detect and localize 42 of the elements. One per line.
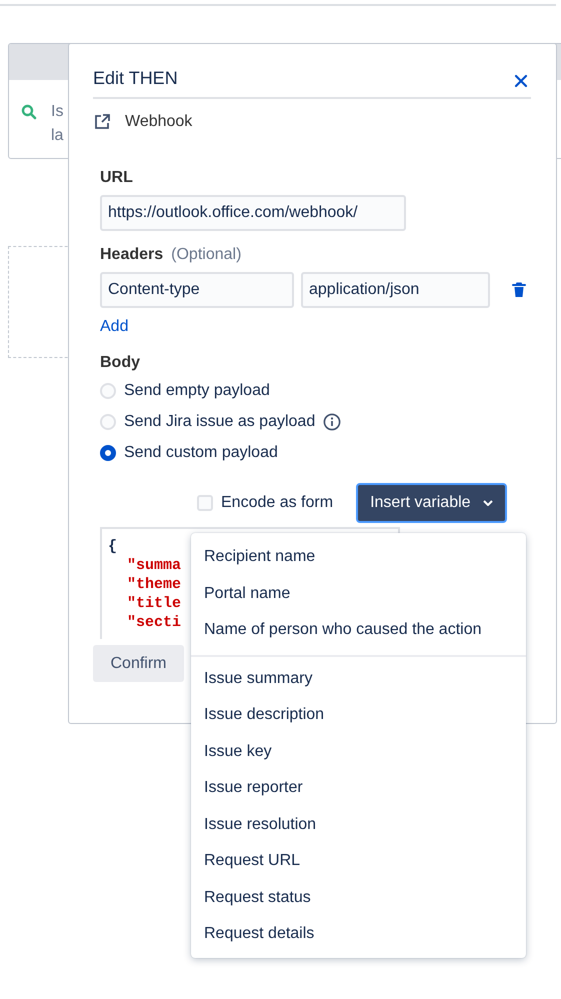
menu-item[interactable]: Name of person who caused the action xyxy=(191,612,526,648)
field-label: URL xyxy=(100,169,134,187)
optional-hint: (Optional) xyxy=(171,246,242,264)
card-text: Is xyxy=(51,102,64,122)
radio-label: Send Jira issue as payload xyxy=(124,413,316,431)
menu-item[interactable]: Issue resolution xyxy=(191,806,526,843)
close-icon[interactable] xyxy=(514,74,528,88)
menu-item[interactable]: Request details xyxy=(191,916,526,952)
menu-item[interactable]: Issue key xyxy=(191,734,526,770)
info-icon[interactable] xyxy=(323,413,342,431)
card-text: la xyxy=(51,126,64,146)
field-label: Headers xyxy=(100,246,164,264)
code-line: "title xyxy=(127,594,182,613)
add-link[interactable]: Add xyxy=(100,318,128,336)
dialog-title: Edit THEN xyxy=(93,68,178,89)
chevron-down-icon xyxy=(482,500,493,506)
confirm-button[interactable]: Confirm xyxy=(93,645,184,682)
code-line: "secti xyxy=(127,613,182,632)
menu-item[interactable]: Issue reporter xyxy=(191,770,526,806)
radio-button[interactable] xyxy=(100,445,116,461)
search-icon xyxy=(21,104,37,120)
menu-item[interactable]: Request status xyxy=(191,880,526,916)
code-line: { xyxy=(108,537,118,556)
radio-label: Send empty payload xyxy=(124,382,270,400)
menu-item[interactable]: Recipient name xyxy=(191,539,526,576)
menu-item[interactable]: Issue description xyxy=(191,697,526,734)
menu-item[interactable]: Portal name xyxy=(191,576,526,612)
code-line: "summa xyxy=(127,556,182,575)
header-name-field[interactable]: Content-type xyxy=(100,272,294,308)
url-field[interactable]: https://outlook.office.com/webhook/ xyxy=(100,195,406,231)
checkbox[interactable] xyxy=(197,495,213,511)
trash-icon[interactable] xyxy=(512,282,526,298)
header-value-field[interactable]: application/json xyxy=(301,272,490,308)
code-line: "theme xyxy=(127,575,182,594)
menu-item[interactable]: Issue summary xyxy=(191,660,526,697)
external-link-icon xyxy=(93,113,111,131)
field-label: Body xyxy=(100,354,141,372)
insert-variable-button[interactable]: Insert variable xyxy=(356,483,507,523)
menu-item[interactable]: Request URL xyxy=(191,843,526,880)
checkbox-label: Encode as form xyxy=(221,494,334,512)
radio-label: Send custom payload xyxy=(124,444,278,462)
action-type: Webhook xyxy=(125,113,192,131)
